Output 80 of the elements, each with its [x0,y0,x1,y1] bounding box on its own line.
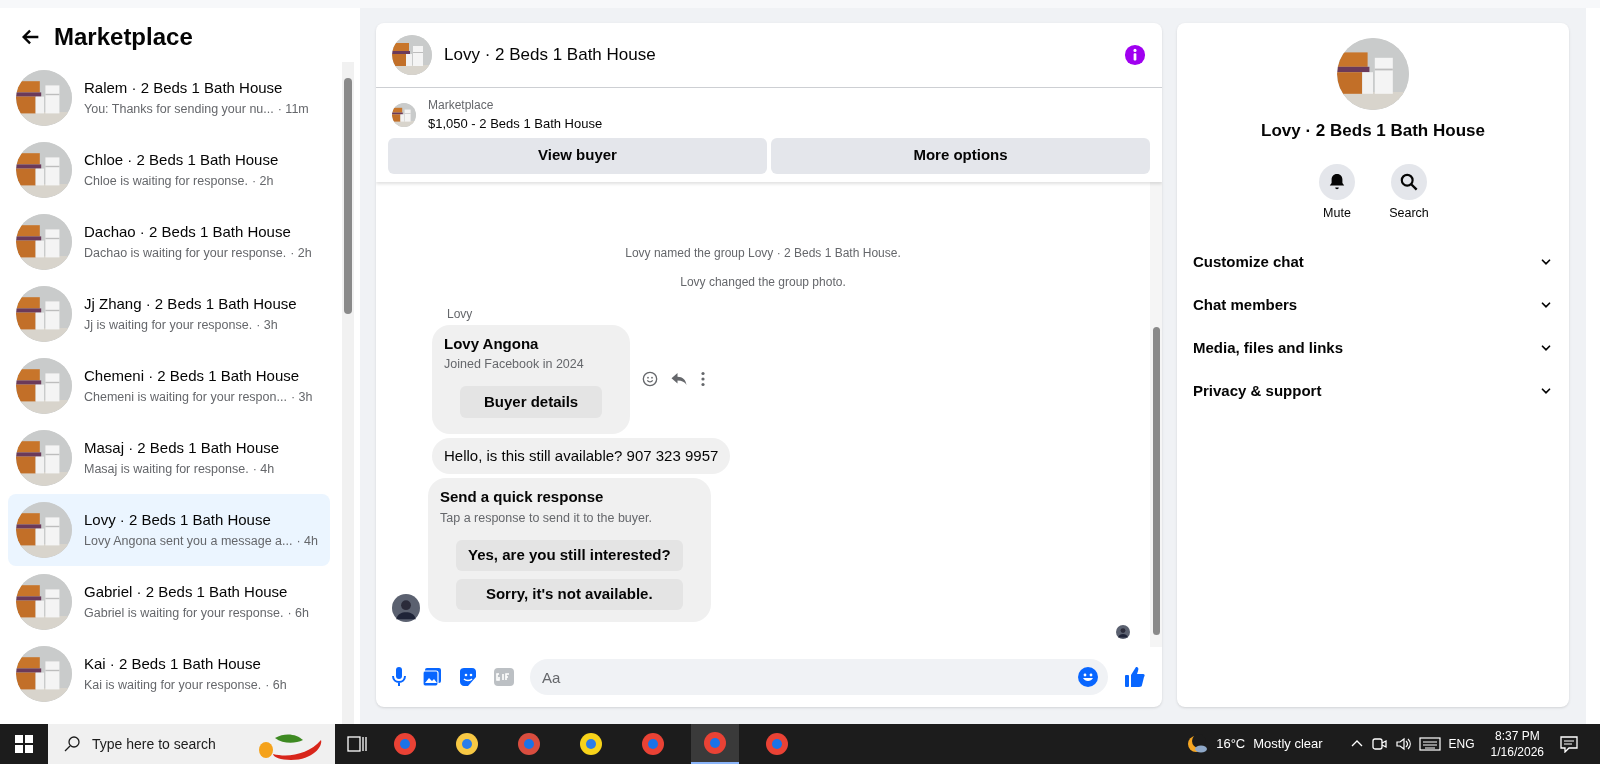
section-header[interactable]: Customize chat [1193,240,1553,284]
taskbar-search-field[interactable]: Type here to search [48,724,335,764]
quick-response-title: Send a quick response [440,487,605,508]
conversation-name: Jj Zhang · 2 Beds 1 Bath House [84,294,297,315]
message-time: · 2h [252,172,274,190]
clock[interactable]: 8:37 PM 1/16/2026 [1482,728,1552,760]
search-icon [64,736,80,752]
chat-title: Lovy · 2 Beds 1 Bath House [444,44,657,67]
sticker-icon[interactable] [458,667,478,687]
mute-button[interactable] [1319,163,1355,200]
section-header[interactable]: Media, files and links [1193,326,1553,370]
action-button[interactable]: More options [771,137,1150,174]
emoji-icon[interactable] [1078,667,1098,687]
system-message: Lovy changed the group photo. [679,273,847,291]
message-time: · 2h [290,244,312,262]
avatar-icon [1116,624,1130,639]
message-preview: You: Thanks for sending your nu... [84,100,274,118]
more-icon[interactable] [700,371,707,388]
action-label: Mute [1323,204,1351,222]
system-message: Lovy named the group Lovy · 2 Beds 1 Bath House. [624,244,902,262]
conversation-name: Chemeni · 2 Beds 1 Bath House [84,366,301,387]
buyer-details-button[interactable]: Buyer details [460,385,603,418]
volume-icon[interactable] [1394,736,1411,752]
avatar-icon [392,593,420,622]
sidebar-title: Marketplace [54,22,193,52]
message-preview: Kai is waiting for your response. [84,676,262,694]
quick-response-button[interactable]: Sorry, it's not available. [456,578,683,610]
conversation-name: Lovy · 2 Beds 1 Bath House [84,510,272,531]
message-bubble: Hello, is this still available? 907 323 9957 [432,437,731,475]
microphone-icon[interactable] [392,667,406,687]
search-button[interactable] [1391,163,1427,200]
weather-icon [1186,733,1209,755]
language-indicator[interactable]: ENG [1448,735,1475,753]
message-preview: Gabriel is waiting for your response. [84,604,284,622]
smiley-icon[interactable] [642,371,659,388]
message-time: · 3h [256,316,278,334]
weather-text: Mostly clear [1253,735,1323,754]
keyboard-icon[interactable] [1418,737,1441,751]
taskbar-app-icon[interactable] [691,724,739,764]
message-time: · 6h [287,604,309,622]
conversation-name: Chloe · 2 Beds 1 Bath House [84,150,279,171]
message-time: · 4h [296,532,319,550]
search-icon [1400,172,1418,191]
task-view-icon[interactable] [347,735,367,753]
info-icon[interactable] [1124,44,1146,66]
action-button[interactable]: View buyer [388,137,767,174]
bell-icon [1328,172,1346,191]
quick-response-subtitle: Tap a response to send it to the buyer. [440,509,653,527]
quick-response-button[interactable]: Yes, are you still interested? [456,539,683,571]
message-preview: Jj is waiting for your response. [84,316,253,334]
conversation-name: Gabriel · 2 Beds 1 Bath House [84,582,289,603]
section-header[interactable]: Privacy & support [1193,369,1553,413]
conversation-name: Ralem · 2 Beds 1 Bath House [84,78,284,99]
details-title: Lovy · 2 Beds 1 Bath House [1261,120,1485,142]
conversation-name: Dachao · 2 Beds 1 Bath House [84,222,292,243]
conversation-item[interactable]: Lovy · 2 Beds 1 Bath House Lovy Angona sent you a message a... · 4h [8,494,330,566]
windows-icon [15,735,33,753]
message-preview: Masaj is waiting for response. [84,460,249,478]
action-label: Search [1389,204,1429,222]
notification-icon[interactable] [1560,735,1578,753]
sender-name: Lovy [447,305,474,323]
photo-icon[interactable] [422,667,442,687]
buyer-name: Lovy Angona [444,333,540,354]
message-time: · 11m [277,100,309,118]
message-time: · 6h [265,676,287,694]
conversation-name: Kai · 2 Beds 1 Bath House [84,654,262,675]
buyer-subtitle: Joined Facebook in 2024 [444,356,585,373]
thumbs-up-icon[interactable] [1124,666,1146,688]
message-preview: Dachao is waiting for your response. [84,244,287,262]
message-time: · 4h [252,460,275,478]
section-header[interactable]: Chat members [1193,283,1553,327]
message-time: · 3h [290,388,313,406]
listing-title: $1,050 - 2 Beds 1 Bath House [428,115,603,133]
message-preview: Chemeni is waiting for your respon... [84,388,287,406]
conversation-name: Masaj · 2 Beds 1 Bath House [84,438,280,459]
message-preview: Chloe is waiting for response. [84,172,248,190]
listing-label: Marketplace [428,97,495,114]
temperature: 16°C [1216,735,1246,754]
message-preview: Lovy Angona sent you a message a... [84,532,293,550]
message-input[interactable]: Aa [530,659,1108,695]
